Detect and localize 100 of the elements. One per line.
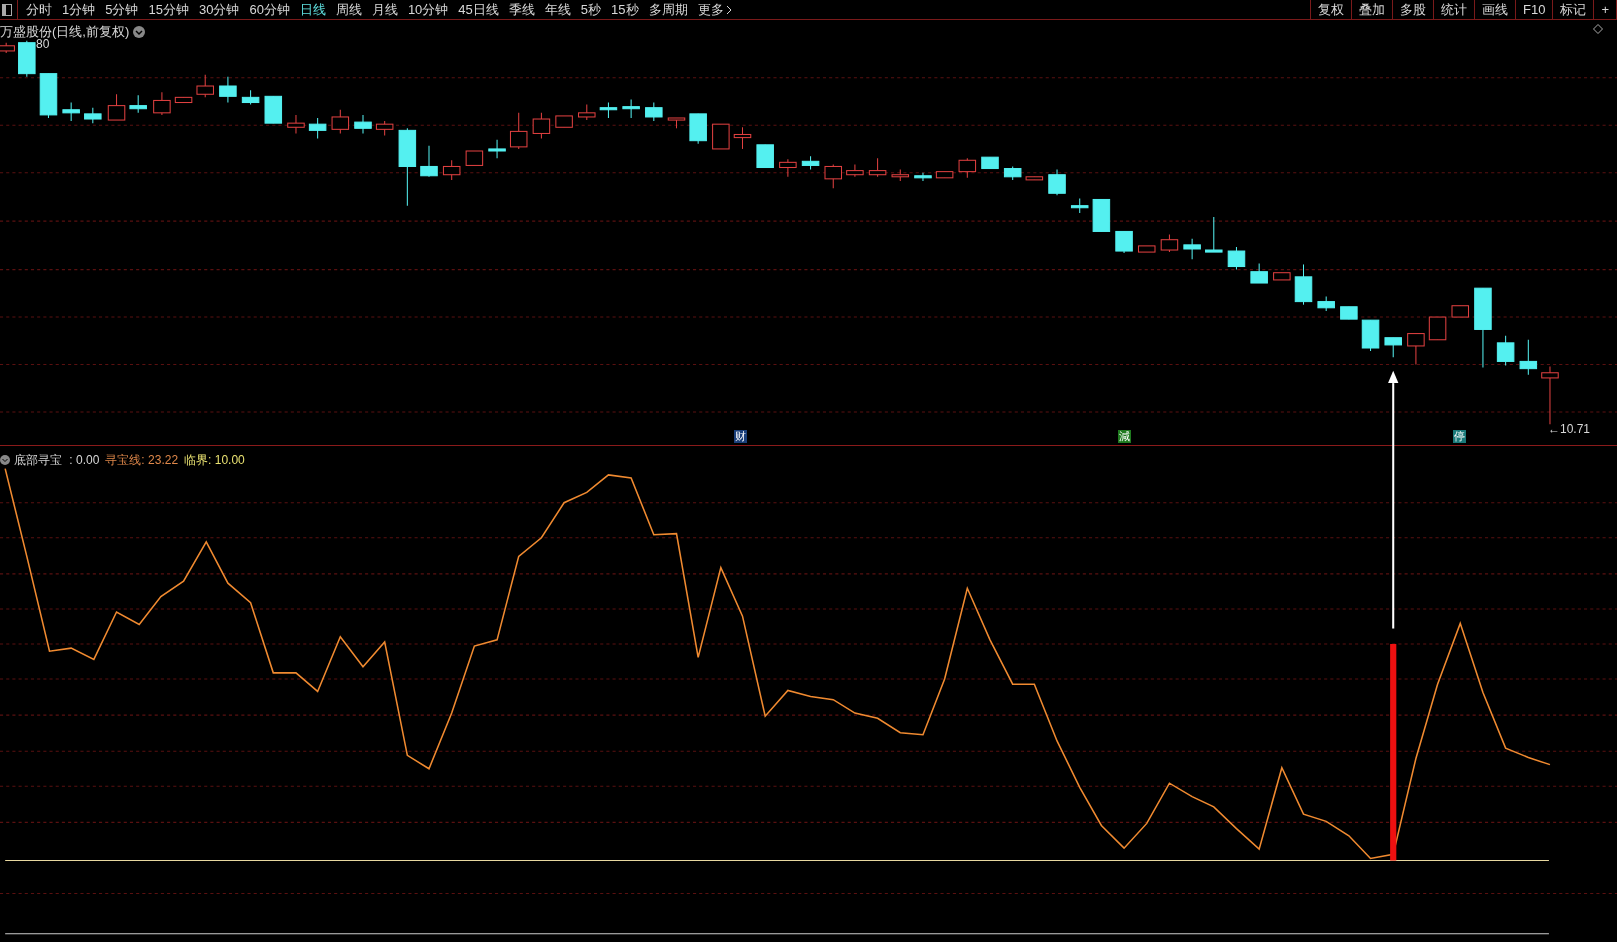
period-tab[interactable]: 15秒 xyxy=(611,0,639,20)
toolbar-button[interactable]: 画线 xyxy=(1474,0,1515,19)
candlestick xyxy=(1183,238,1201,260)
period-tab[interactable]: 季线 xyxy=(508,0,535,20)
toolbar-button[interactable]: 统计 xyxy=(1433,0,1474,19)
candlestick xyxy=(1428,316,1447,341)
toolbar-button[interactable]: 多股 xyxy=(1392,0,1433,19)
candlestick xyxy=(1048,169,1066,196)
period-tab[interactable]: 5分钟 xyxy=(105,0,139,20)
candlestick xyxy=(1317,295,1335,312)
toolbar-button[interactable]: 复权 xyxy=(1310,0,1351,19)
candlestick xyxy=(1496,335,1515,367)
candlestick xyxy=(1003,165,1022,181)
event-marker[interactable]: 減 xyxy=(1118,430,1131,443)
indicator-legend: 寻宝线: 23.22 xyxy=(105,451,179,469)
candlestick xyxy=(107,93,126,121)
toolbar-button[interactable]: F10 xyxy=(1515,0,1553,19)
chart-title: 万盛股份(日线,前复权) xyxy=(0,23,130,39)
dropdown-icon[interactable] xyxy=(133,25,146,38)
candlestick xyxy=(1092,198,1111,232)
period-tab[interactable]: 30分钟 xyxy=(198,0,240,20)
candlestick xyxy=(868,157,887,178)
candlestick xyxy=(801,155,820,171)
indicator-legend: 临界: 10.00 xyxy=(184,451,245,469)
candlestick xyxy=(219,76,237,104)
period-tab[interactable]: 分时 xyxy=(26,0,52,20)
candlestick xyxy=(1138,245,1156,253)
more-button[interactable]: 更多 xyxy=(697,0,732,20)
period-tab[interactable]: 60分钟 xyxy=(249,0,290,20)
candlestick xyxy=(1250,262,1268,284)
candlestick xyxy=(1340,306,1358,320)
toolbar-button[interactable]: + xyxy=(1593,0,1616,19)
candlestick xyxy=(1541,366,1559,425)
candlestick xyxy=(981,156,999,170)
candlestick xyxy=(1160,234,1179,253)
period-tab[interactable]: 5秒 xyxy=(580,0,602,20)
period-tab[interactable]: 15分钟 xyxy=(148,0,189,20)
period-tab[interactable]: 多周期 xyxy=(648,0,688,20)
candlestick xyxy=(241,89,260,106)
candlestick xyxy=(733,126,752,150)
candlestick xyxy=(891,169,910,182)
candlestick xyxy=(756,144,774,168)
collapse-icon[interactable] xyxy=(0,455,10,465)
candlestick xyxy=(1361,319,1380,352)
candlestick xyxy=(1227,246,1246,271)
candlestick xyxy=(1025,176,1044,181)
period-tab[interactable]: 45日线 xyxy=(458,0,499,20)
candlestick xyxy=(1070,197,1089,214)
toolbar-button[interactable]: 叠加 xyxy=(1351,0,1392,19)
price-label: 80 xyxy=(36,38,50,51)
candlestick xyxy=(935,171,954,179)
candlestick xyxy=(129,94,147,114)
period-tab[interactable]: 月线 xyxy=(371,0,398,20)
candlestick xyxy=(622,98,640,119)
candlestick xyxy=(846,163,864,178)
candlestick xyxy=(264,95,283,124)
indicator-value: : 0.00 xyxy=(68,452,100,469)
candlestick xyxy=(914,172,932,182)
candlestick xyxy=(578,104,596,121)
candlestick xyxy=(18,40,36,78)
price-label: ←10.71 xyxy=(1548,421,1591,438)
period-tab[interactable]: 年线 xyxy=(544,0,571,20)
candlestick xyxy=(1451,305,1469,318)
period-tab[interactable]: 日线 xyxy=(299,0,326,20)
candlestick xyxy=(555,115,573,128)
panel-toggle-icon[interactable] xyxy=(2,3,12,16)
candlestick xyxy=(308,117,327,140)
candlestick xyxy=(1384,337,1402,358)
candlestick xyxy=(824,163,842,189)
candlestick xyxy=(39,73,58,119)
period-tab[interactable]: 10分钟 xyxy=(407,0,449,20)
candlestick xyxy=(958,157,977,179)
diamond-icon[interactable] xyxy=(1593,24,1603,34)
candlestick xyxy=(62,102,80,122)
candlestick xyxy=(1294,263,1313,306)
candlestick xyxy=(174,96,193,104)
candlestick xyxy=(84,107,102,124)
candlestick xyxy=(287,114,305,134)
candlestick xyxy=(354,114,372,134)
candlestick xyxy=(712,123,730,150)
candlestick xyxy=(196,74,214,98)
candlestick xyxy=(1115,230,1133,254)
candlestick xyxy=(1273,272,1291,281)
toolbar-button[interactable]: 标记 xyxy=(1552,0,1594,19)
candlestick xyxy=(331,109,350,134)
period-tab[interactable]: 1分钟 xyxy=(62,0,96,20)
candlestick xyxy=(488,139,506,159)
candlestick xyxy=(532,112,551,140)
candlestick xyxy=(667,117,686,129)
candlestick xyxy=(1205,216,1223,253)
candlestick xyxy=(509,112,528,150)
event-marker[interactable]: 财 xyxy=(734,430,747,443)
event-marker[interactable]: 停 xyxy=(1453,430,1466,443)
candlestick xyxy=(645,102,663,122)
candlestick xyxy=(1519,339,1538,376)
indicator-name: 底部寻宝 xyxy=(14,452,62,469)
period-tab[interactable]: 周线 xyxy=(335,0,362,20)
candlestick xyxy=(779,158,797,178)
candlestick xyxy=(442,159,461,181)
candlestick xyxy=(1407,333,1425,366)
